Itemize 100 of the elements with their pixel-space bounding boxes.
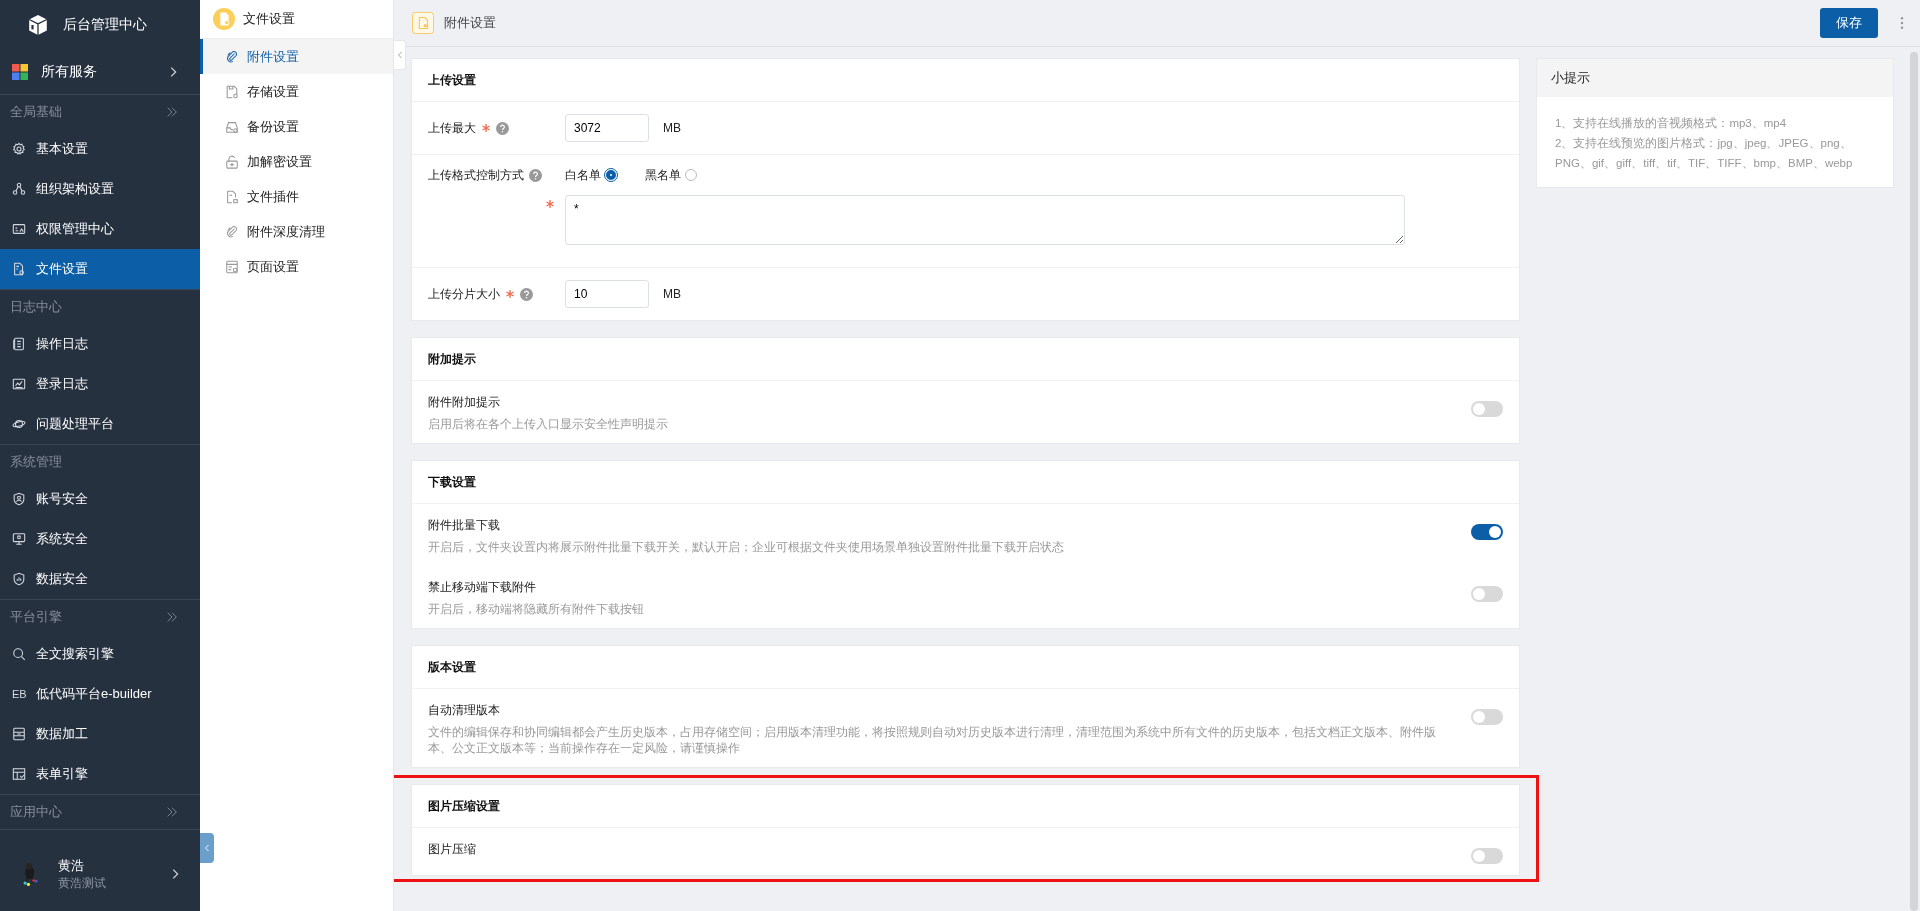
- radio-label: 白名单: [565, 166, 601, 184]
- page-title: 附件设置: [444, 14, 497, 32]
- nav-item[interactable]: 存储设置: [200, 74, 393, 109]
- setting-label: 禁止移动端下载附件: [428, 579, 537, 596]
- toggle-switch[interactable]: [1471, 586, 1503, 602]
- more-menu-icon[interactable]: [1900, 16, 1904, 30]
- planet-icon: [12, 417, 26, 431]
- notebook-icon: [12, 337, 26, 351]
- sidebar-item[interactable]: 全文搜索引擎: [0, 634, 200, 674]
- help-icon[interactable]: [496, 121, 509, 135]
- double-chevron-icon[interactable]: [166, 806, 178, 818]
- all-services-button[interactable]: 所有服务: [0, 50, 200, 95]
- sidebar-item[interactable]: 账号安全: [0, 479, 200, 519]
- radio-button[interactable]: [606, 170, 616, 180]
- nav-title: 文件设置: [243, 10, 295, 28]
- toggle-switch[interactable]: [1471, 848, 1503, 864]
- sidebar-item[interactable]: 组织架构设置: [0, 169, 200, 209]
- setting-description: 开启后，文件夹设置内将展示附件批量下载开关，默认开启；企业可根据文件夹使用场景单独设置附件批量下载开启状态: [428, 540, 1065, 555]
- app-grid-icon: [12, 64, 28, 80]
- tip-text: 2、支持在线预览的图片格式：jpg、jpeg、JPEG、png、PNG、gif、giff、tiff、tif、TIF、TIFF、bmp、BMP、webp: [1555, 136, 1854, 171]
- toggle-switch[interactable]: [1471, 524, 1503, 540]
- section-title: 附加提示: [428, 350, 476, 368]
- sidebar-item[interactable]: 数据安全: [0, 559, 200, 599]
- setting-description: 开启后，移动端将隐藏所有附件下载按钮: [428, 602, 645, 617]
- double-chevron-icon[interactable]: [166, 611, 178, 623]
- sidebar-item[interactable]: 文件设置: [0, 249, 200, 289]
- sidebar-item[interactable]: 基本设置: [0, 129, 200, 169]
- form-icon: [12, 767, 26, 781]
- setting-label: 附件批量下载: [428, 517, 501, 534]
- sidebar-item[interactable]: 操作日志: [0, 324, 200, 364]
- nav-item[interactable]: 备份设置: [200, 109, 393, 144]
- group-heading: 全局基础: [10, 103, 62, 121]
- document-icon: [12, 262, 26, 276]
- lock-icon: [225, 154, 239, 169]
- section-title: 版本设置: [428, 658, 476, 676]
- file-badge-icon: [213, 8, 235, 30]
- radio-label: 黑名单: [645, 166, 681, 184]
- chart-screen-icon: [12, 377, 26, 391]
- setting-label: 自动清理版本: [428, 702, 501, 719]
- toggle-switch[interactable]: [1471, 709, 1503, 725]
- chevron-right-icon: [168, 65, 178, 79]
- nav-item[interactable]: 附件设置: [200, 39, 393, 74]
- scrollbar[interactable]: [1910, 52, 1918, 911]
- save-button[interactable]: 保存: [1820, 8, 1878, 38]
- setting-label: 图片压缩: [428, 841, 477, 858]
- double-chevron-icon[interactable]: [166, 106, 178, 118]
- cube-logo-icon: [27, 14, 49, 36]
- tip-text: 1、支持在线播放的音视频格式：mp3、mp4: [1555, 116, 1788, 131]
- monitor-icon: [12, 532, 26, 546]
- sidebar-item[interactable]: 问题处理平台: [0, 404, 200, 444]
- number-field[interactable]: 10: [565, 280, 649, 308]
- gear-icon: [12, 142, 26, 156]
- field-label: 上传最大: [428, 119, 476, 137]
- sidebar-item[interactable]: 登录日志: [0, 364, 200, 404]
- collapse-handle[interactable]: [394, 40, 406, 70]
- format-text-area[interactable]: *: [565, 195, 1405, 245]
- field-label: 上传格式控制方式: [428, 166, 524, 184]
- floppy-file-icon: [225, 84, 239, 99]
- setting-description: 启用后将在各个上传入口显示安全性声明提示: [428, 417, 669, 432]
- group-heading: 平台引擎: [10, 608, 62, 626]
- chevron-right-icon[interactable]: [170, 867, 180, 881]
- section-title: 上传设置: [428, 71, 476, 89]
- unit-label: MB: [663, 121, 681, 135]
- paperclip-icon: [225, 49, 239, 64]
- unit-label: MB: [663, 287, 681, 301]
- sidebar-item[interactable]: EB 低代码平台e-builder: [0, 674, 200, 714]
- file-icon: [225, 189, 239, 204]
- setting-label: 附件附加提示: [428, 394, 501, 411]
- shield-user-icon: [12, 492, 26, 506]
- tips-title: 小提示: [1551, 69, 1590, 87]
- sidebar-item[interactable]: 系统安全: [0, 519, 200, 559]
- id-card-icon: [12, 222, 26, 236]
- sidebar-item[interactable]: 表单引擎: [0, 754, 200, 794]
- user-name: 黄浩: [58, 856, 85, 875]
- sidebar-item[interactable]: 数据加工: [0, 714, 200, 754]
- toggle-switch[interactable]: [1471, 401, 1503, 417]
- table-icon: [12, 727, 26, 741]
- page-icon: [225, 259, 239, 274]
- group-heading: 日志中心: [10, 298, 62, 316]
- setting-description: 文件的编辑保存和协同编辑都会产生历史版本，占用存储空间；启用版本清理功能，将按照规则自动对历史版本进行清理，清理范围为系统中所有文件的历史版本，包括文档正文版本、附件版本、公文正文版本等；当前操作存在一定风险，请谨慎操作: [428, 725, 1437, 756]
- collapse-handle[interactable]: [200, 833, 214, 863]
- sidebar-item[interactable]: 权限管理中心: [0, 209, 200, 249]
- help-icon[interactable]: [529, 168, 542, 182]
- nav-item[interactable]: 文件插件: [200, 179, 393, 214]
- group-heading: 系统管理: [10, 453, 62, 471]
- user-subtitle: 黄浩测试: [58, 874, 107, 892]
- section-title: 下载设置: [428, 473, 476, 491]
- nav-item[interactable]: 附件深度清理: [200, 214, 393, 249]
- nav-item[interactable]: 页面设置: [200, 249, 393, 284]
- file-icon: [412, 12, 434, 34]
- help-icon[interactable]: [520, 287, 533, 301]
- section-title: 图片压缩设置: [428, 797, 500, 815]
- shield-chart-icon: [12, 572, 26, 586]
- group-heading: 应用中心: [10, 803, 62, 821]
- number-field[interactable]: 3072: [565, 114, 649, 142]
- inbox-icon: [225, 119, 239, 134]
- app-title: 后台管理中心: [63, 16, 147, 34]
- paperclip-icon: [225, 224, 239, 239]
- nav-item[interactable]: 加解密设置: [200, 144, 393, 179]
- field-label: 上传分片大小: [428, 285, 500, 303]
